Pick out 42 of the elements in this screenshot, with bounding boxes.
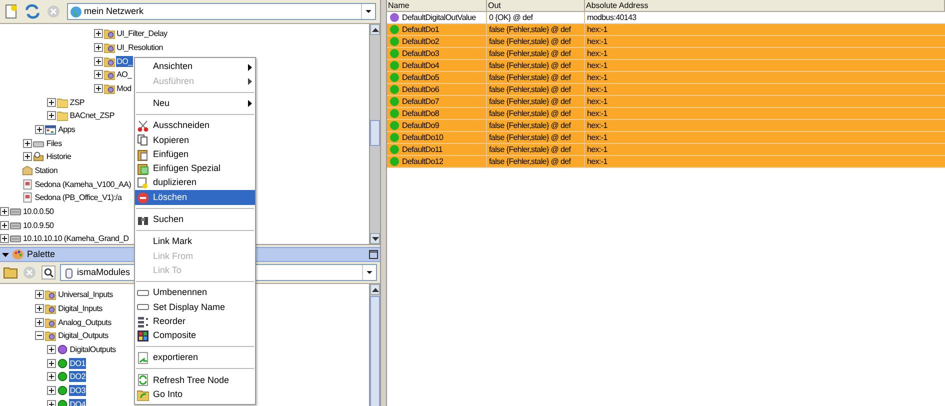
table-cell: hex:-1 bbox=[587, 108, 608, 119]
table-cell: DefaultDo9 bbox=[402, 120, 440, 131]
dropdown-value: ismaModules bbox=[77, 266, 130, 279]
table-cell: hex:-1 bbox=[587, 96, 608, 107]
table-cell: hex:-1 bbox=[587, 120, 608, 131]
table-cell: false {Fehler,stale} @ def bbox=[489, 108, 571, 119]
table-cell: DefaultDo1 bbox=[402, 24, 440, 35]
table-cell: DefaultDo7 bbox=[402, 96, 440, 107]
table-cell: DefaultDo5 bbox=[402, 72, 440, 83]
table-cell: false {Fehler,stale} @ def bbox=[489, 132, 571, 143]
table-cell: hex:-1 bbox=[587, 72, 608, 83]
table-cell: false {Fehler,stale} @ def bbox=[489, 36, 571, 47]
table-cell: hex:-1 bbox=[587, 84, 608, 95]
table-cell: hex:-1 bbox=[587, 24, 608, 35]
table-cell: false {Fehler,stale} @ def bbox=[489, 84, 571, 95]
table-cell: hex:-1 bbox=[587, 132, 608, 143]
table-cell: DefaultDo4 bbox=[402, 60, 440, 71]
table-cell: hex:-1 bbox=[587, 60, 608, 71]
table-cell: DefaultDo11 bbox=[402, 144, 443, 155]
table-cell: 0 {OK} @ def bbox=[489, 12, 533, 23]
table-cell: false {Fehler,stale} @ def bbox=[489, 60, 571, 71]
table-cell: DefaultDo12 bbox=[402, 156, 444, 167]
table-cell: DefaultDigitalOutValue bbox=[402, 12, 476, 23]
table-cell: hex:-1 bbox=[587, 48, 608, 59]
table-cell: hex:-1 bbox=[587, 144, 608, 155]
table-cell: false {Fehler,stale} @ def bbox=[489, 48, 571, 59]
table-cell: false {Fehler,stale} @ def bbox=[489, 72, 571, 83]
table-cell: DefaultDo2 bbox=[402, 36, 440, 47]
dropdown-value: mein Netzwerk bbox=[84, 4, 144, 18]
table-cell: hex:-1 bbox=[587, 36, 608, 47]
table-cell: DefaultDo3 bbox=[402, 48, 440, 59]
table-cell: false {Fehler,stale} @ def bbox=[489, 96, 571, 107]
panel-title: Palette bbox=[27, 248, 56, 261]
table-cell: hex:-1 bbox=[587, 156, 608, 167]
table-cell: DefaultDo10 bbox=[402, 132, 444, 143]
table-cell: modbus:40143 bbox=[587, 12, 636, 23]
table-cell: DefaultDo8 bbox=[402, 108, 440, 119]
table-cell: false {Fehler,stale} @ def bbox=[489, 156, 571, 167]
table-cell: DefaultDo6 bbox=[402, 84, 440, 95]
table-cell: false {Fehler,stale} @ def bbox=[489, 120, 571, 131]
table-cell: false {Fehler,stale} @ def bbox=[489, 144, 571, 155]
table-cell: false {Fehler,stale} @ def bbox=[489, 24, 571, 35]
